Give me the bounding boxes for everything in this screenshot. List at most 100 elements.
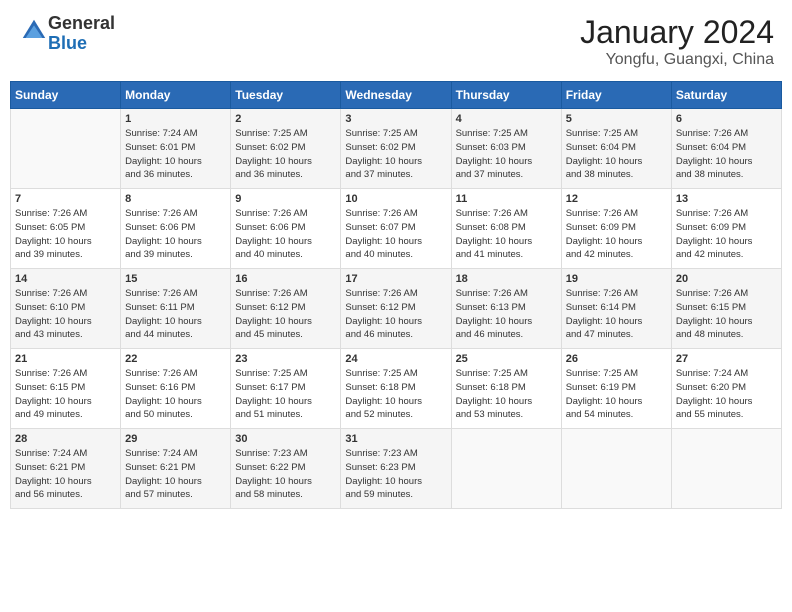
day-number: 18 bbox=[456, 273, 557, 285]
calendar-cell: 24 Sunrise: 7:25 AM Sunset: 6:18 PM Dayli… bbox=[341, 349, 451, 429]
day-number: 30 bbox=[235, 433, 336, 445]
day-info: Sunrise: 7:26 AM Sunset: 6:12 PM Dayligh… bbox=[235, 287, 336, 342]
day-header-friday: Friday bbox=[561, 82, 671, 109]
day-number: 15 bbox=[125, 273, 226, 285]
day-number: 27 bbox=[676, 353, 777, 365]
day-number: 31 bbox=[345, 433, 446, 445]
calendar-cell: 28 Sunrise: 7:24 AM Sunset: 6:21 PM Dayli… bbox=[11, 429, 121, 509]
calendar-cell: 13 Sunrise: 7:26 AM Sunset: 6:09 PM Dayli… bbox=[671, 189, 781, 269]
calendar-cell: 25Sunrise: 7:25 AM Sunset: 6:18 PM Dayli… bbox=[451, 349, 561, 429]
day-info: Sunrise: 7:26 AM Sunset: 6:04 PM Dayligh… bbox=[676, 127, 777, 182]
week-row-4: 21 Sunrise: 7:26 AM Sunset: 6:15 PM Dayli… bbox=[11, 349, 782, 429]
day-number: 24 bbox=[345, 353, 446, 365]
day-number: 20 bbox=[676, 273, 777, 285]
location: Yongfu, Guangxi, China bbox=[580, 51, 774, 69]
day-number: 7 bbox=[15, 193, 116, 205]
day-info: Sunrise: 7:25 AM Sunset: 6:19 PM Dayligh… bbox=[566, 367, 667, 422]
day-info: Sunrise: 7:26 AM Sunset: 6:16 PM Dayligh… bbox=[125, 367, 226, 422]
day-number: 19 bbox=[566, 273, 667, 285]
day-info: Sunrise: 7:25 AM Sunset: 6:17 PM Dayligh… bbox=[235, 367, 336, 422]
calendar-cell bbox=[451, 429, 561, 509]
calendar-cell bbox=[671, 429, 781, 509]
day-info: Sunrise: 7:25 AM Sunset: 6:02 PM Dayligh… bbox=[235, 127, 336, 182]
calendar-cell: 2 Sunrise: 7:25 AM Sunset: 6:02 PM Daylig… bbox=[231, 109, 341, 189]
calendar-cell: 3 Sunrise: 7:25 AM Sunset: 6:02 PM Daylig… bbox=[341, 109, 451, 189]
day-number: 1 bbox=[125, 113, 226, 125]
month-year: January 2024 bbox=[580, 14, 774, 51]
day-info: Sunrise: 7:24 AM Sunset: 6:01 PM Dayligh… bbox=[125, 127, 226, 182]
day-number: 16 bbox=[235, 273, 336, 285]
day-number: 17 bbox=[345, 273, 446, 285]
calendar-cell: 17Sunrise: 7:26 AM Sunset: 6:12 PM Dayli… bbox=[341, 269, 451, 349]
calendar-cell: 11 Sunrise: 7:26 AM Sunset: 6:08 PM Dayli… bbox=[451, 189, 561, 269]
day-header-saturday: Saturday bbox=[671, 82, 781, 109]
title-block: January 2024 Yongfu, Guangxi, China bbox=[580, 14, 774, 69]
day-number: 8 bbox=[125, 193, 226, 205]
calendar-cell: 21 Sunrise: 7:26 AM Sunset: 6:15 PM Dayli… bbox=[11, 349, 121, 429]
day-number: 23 bbox=[235, 353, 336, 365]
day-info: Sunrise: 7:26 AM Sunset: 6:08 PM Dayligh… bbox=[456, 207, 557, 262]
day-number: 12 bbox=[566, 193, 667, 205]
day-number: 28 bbox=[15, 433, 116, 445]
calendar-cell: 27 Sunrise: 7:24 AM Sunset: 6:20 PM Dayli… bbox=[671, 349, 781, 429]
day-info: Sunrise: 7:25 AM Sunset: 6:04 PM Dayligh… bbox=[566, 127, 667, 182]
day-info: Sunrise: 7:26 AM Sunset: 6:06 PM Dayligh… bbox=[235, 207, 336, 262]
calendar-cell: 31 Sunrise: 7:23 AM Sunset: 6:23 PM Dayli… bbox=[341, 429, 451, 509]
logo-general-text: General bbox=[48, 13, 115, 33]
day-header-sunday: Sunday bbox=[11, 82, 121, 109]
calendar-cell: 15 Sunrise: 7:26 AM Sunset: 6:11 PM Dayli… bbox=[121, 269, 231, 349]
day-number: 11 bbox=[456, 193, 557, 205]
calendar-cell: 22 Sunrise: 7:26 AM Sunset: 6:16 PM Dayli… bbox=[121, 349, 231, 429]
week-row-1: 1 Sunrise: 7:24 AM Sunset: 6:01 PM Daylig… bbox=[11, 109, 782, 189]
calendar-cell: 12 Sunrise: 7:26 AM Sunset: 6:09 PM Dayli… bbox=[561, 189, 671, 269]
calendar-cell: 19Sunrise: 7:26 AM Sunset: 6:14 PM Dayli… bbox=[561, 269, 671, 349]
calendar-cell: 16 Sunrise: 7:26 AM Sunset: 6:12 PM Dayli… bbox=[231, 269, 341, 349]
calendar-cell: 9 Sunrise: 7:26 AM Sunset: 6:06 PM Daylig… bbox=[231, 189, 341, 269]
calendar-cell: 7 Sunrise: 7:26 AM Sunset: 6:05 PM Daylig… bbox=[11, 189, 121, 269]
day-number: 6 bbox=[676, 113, 777, 125]
calendar-cell: 14Sunrise: 7:26 AM Sunset: 6:10 PM Dayli… bbox=[11, 269, 121, 349]
calendar-cell: 8Sunrise: 7:26 AM Sunset: 6:06 PM Daylig… bbox=[121, 189, 231, 269]
day-number: 10 bbox=[345, 193, 446, 205]
day-info: Sunrise: 7:24 AM Sunset: 6:21 PM Dayligh… bbox=[15, 447, 116, 502]
day-info: Sunrise: 7:25 AM Sunset: 6:02 PM Dayligh… bbox=[345, 127, 446, 182]
day-number: 4 bbox=[456, 113, 557, 125]
day-number: 2 bbox=[235, 113, 336, 125]
calendar-cell: 6 Sunrise: 7:26 AM Sunset: 6:04 PM Daylig… bbox=[671, 109, 781, 189]
calendar-cell: 1 Sunrise: 7:24 AM Sunset: 6:01 PM Daylig… bbox=[121, 109, 231, 189]
day-info: Sunrise: 7:26 AM Sunset: 6:15 PM Dayligh… bbox=[15, 367, 116, 422]
calendar-cell bbox=[561, 429, 671, 509]
calendar-cell: 23 Sunrise: 7:25 AM Sunset: 6:17 PM Dayli… bbox=[231, 349, 341, 429]
day-header-thursday: Thursday bbox=[451, 82, 561, 109]
logo-icon bbox=[20, 17, 48, 45]
calendar-cell: 5Sunrise: 7:25 AM Sunset: 6:04 PM Daylig… bbox=[561, 109, 671, 189]
day-header-monday: Monday bbox=[121, 82, 231, 109]
day-info: Sunrise: 7:23 AM Sunset: 6:22 PM Dayligh… bbox=[235, 447, 336, 502]
day-info: Sunrise: 7:23 AM Sunset: 6:23 PM Dayligh… bbox=[345, 447, 446, 502]
day-info: Sunrise: 7:26 AM Sunset: 6:11 PM Dayligh… bbox=[125, 287, 226, 342]
calendar-cell: 26Sunrise: 7:25 AM Sunset: 6:19 PM Dayli… bbox=[561, 349, 671, 429]
day-info: Sunrise: 7:26 AM Sunset: 6:09 PM Dayligh… bbox=[566, 207, 667, 262]
week-row-5: 28 Sunrise: 7:24 AM Sunset: 6:21 PM Dayli… bbox=[11, 429, 782, 509]
day-number: 9 bbox=[235, 193, 336, 205]
day-info: Sunrise: 7:26 AM Sunset: 6:05 PM Dayligh… bbox=[15, 207, 116, 262]
calendar-cell: 18 Sunrise: 7:26 AM Sunset: 6:13 PM Dayli… bbox=[451, 269, 561, 349]
day-number: 14 bbox=[15, 273, 116, 285]
day-number: 25 bbox=[456, 353, 557, 365]
page-header: General Blue January 2024 Yongfu, Guangx… bbox=[10, 10, 782, 73]
day-info: Sunrise: 7:26 AM Sunset: 6:09 PM Dayligh… bbox=[676, 207, 777, 262]
day-number: 13 bbox=[676, 193, 777, 205]
day-info: Sunrise: 7:26 AM Sunset: 6:13 PM Dayligh… bbox=[456, 287, 557, 342]
day-number: 3 bbox=[345, 113, 446, 125]
day-number: 21 bbox=[15, 353, 116, 365]
day-info: Sunrise: 7:24 AM Sunset: 6:20 PM Dayligh… bbox=[676, 367, 777, 422]
day-number: 29 bbox=[125, 433, 226, 445]
day-header-wednesday: Wednesday bbox=[341, 82, 451, 109]
day-info: Sunrise: 7:25 AM Sunset: 6:18 PM Dayligh… bbox=[345, 367, 446, 422]
day-info: Sunrise: 7:26 AM Sunset: 6:07 PM Dayligh… bbox=[345, 207, 446, 262]
day-number: 22 bbox=[125, 353, 226, 365]
calendar-table: SundayMondayTuesdayWednesdayThursdayFrid… bbox=[10, 81, 782, 509]
calendar-cell: 4Sunrise: 7:25 AM Sunset: 6:03 PM Daylig… bbox=[451, 109, 561, 189]
calendar-cell: 20Sunrise: 7:26 AM Sunset: 6:15 PM Dayli… bbox=[671, 269, 781, 349]
logo-blue-text: Blue bbox=[48, 33, 87, 53]
